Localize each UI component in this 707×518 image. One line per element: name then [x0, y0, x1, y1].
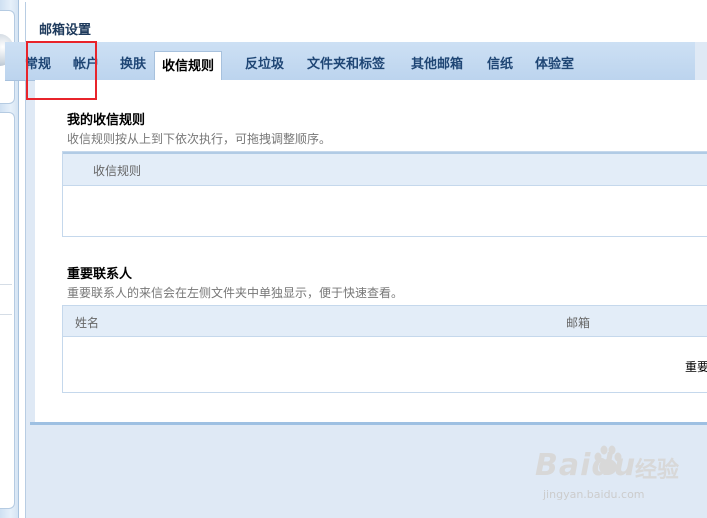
contacts-table: 姓名 邮箱 重要	[62, 305, 707, 393]
rules-table-header: 收信规则	[63, 152, 707, 186]
watermark-url: jingyan.baidu.com	[543, 488, 645, 501]
watermark-cn: 经验	[635, 458, 680, 483]
sidebar-divider	[0, 284, 12, 285]
contacts-section-title: 重要联系人	[67, 267, 133, 282]
tab-other-mailboxes[interactable]: 其他邮箱	[404, 50, 470, 80]
tab-skin[interactable]: 换肤	[113, 50, 153, 80]
content-bottom-border	[30, 422, 707, 425]
rules-column-header: 收信规则	[93, 164, 142, 178]
tab-folders-labels[interactable]: 文件夹和标签	[300, 50, 392, 80]
window-title: 邮箱设置	[39, 23, 92, 38]
tab-lab[interactable]: 体验室	[528, 50, 581, 80]
rules-table: 收信规则	[62, 151, 707, 237]
rules-section-description: 收信规则按从上到下依次执行，可拖拽调整顺序。	[67, 132, 332, 146]
tab-mail-rules[interactable]: 收信规则	[154, 51, 223, 82]
baidu-jingyan-watermark: Baidu 经验 jingyan.baidu.com	[535, 440, 705, 510]
paw-icon	[594, 445, 622, 475]
rules-table-body	[63, 186, 707, 236]
contacts-empty-text: 重要	[685, 360, 707, 374]
column-header-email: 邮箱	[566, 316, 591, 330]
contacts-table-body: 重要	[63, 337, 707, 392]
rules-section-title: 我的收信规则	[67, 113, 146, 128]
highlight-box-general-tab	[26, 41, 97, 100]
window-header: 邮箱设置	[26, 2, 707, 42]
tab-stationery[interactable]: 信纸	[480, 50, 520, 80]
sidebar-panel-main	[0, 112, 15, 509]
tab-anti-spam[interactable]: 反垃圾	[238, 50, 291, 80]
settings-tab-bar: 常规 帐户 换肤 收信规则 反垃圾 文件夹和标签 其他邮箱 信纸 体验室	[5, 42, 695, 82]
contacts-section-description: 重要联系人的来信会在左侧文件夹中单独显示，便于快速查看。	[67, 286, 404, 300]
contacts-table-header: 姓名 邮箱	[63, 306, 707, 337]
sidebar-divider	[0, 314, 12, 315]
column-header-name: 姓名	[75, 316, 100, 330]
